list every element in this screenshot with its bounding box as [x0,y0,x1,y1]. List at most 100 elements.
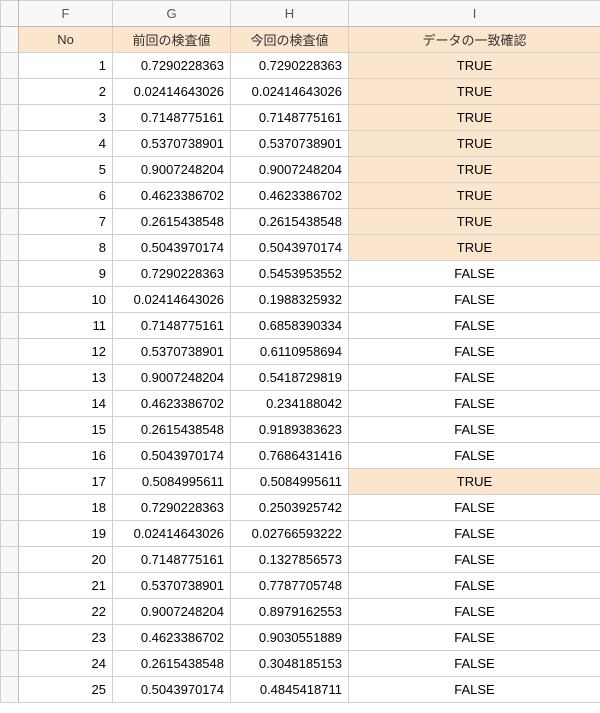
row-header[interactable] [1,365,19,391]
cell-match[interactable]: FALSE [349,443,600,469]
cell-prev[interactable]: 0.02414643026 [113,521,231,547]
cell-no[interactable]: 4 [19,131,113,157]
cell-match[interactable]: TRUE [349,105,600,131]
cell-no[interactable]: 24 [19,651,113,677]
cell-no[interactable]: 3 [19,105,113,131]
cell-prev[interactable]: 0.9007248204 [113,599,231,625]
col-header-H[interactable]: H [231,1,349,27]
cell-no[interactable]: 23 [19,625,113,651]
cell-match[interactable]: FALSE [349,677,600,703]
cell-curr[interactable]: 0.3048185153 [231,651,349,677]
cell-no[interactable]: 7 [19,209,113,235]
cell-match[interactable]: FALSE [349,495,600,521]
row-header[interactable] [1,417,19,443]
cell-match[interactable]: FALSE [349,521,600,547]
row-header[interactable] [1,391,19,417]
row-header[interactable] [1,209,19,235]
cell-prev[interactable]: 0.9007248204 [113,157,231,183]
cell-curr[interactable]: 0.5370738901 [231,131,349,157]
cell-prev[interactable]: 0.7148775161 [113,105,231,131]
cell-prev[interactable]: 0.7148775161 [113,313,231,339]
cell-match[interactable]: FALSE [349,365,600,391]
cell-match[interactable]: TRUE [349,235,600,261]
cell-match[interactable]: FALSE [349,599,600,625]
cell-curr[interactable]: 0.9007248204 [231,157,349,183]
cell-prev[interactable]: 0.02414643026 [113,79,231,105]
cell-curr[interactable]: 0.8979162553 [231,599,349,625]
cell-prev[interactable]: 0.5043970174 [113,677,231,703]
cell-prev[interactable]: 0.7290228363 [113,53,231,79]
cell-match[interactable]: FALSE [349,261,600,287]
cell-prev[interactable]: 0.7290228363 [113,495,231,521]
cell-curr[interactable]: 0.9030551889 [231,625,349,651]
spreadsheet-table[interactable]: F G H I No 前回の検査値 今回の検査値 データの一致確認 10.729… [0,0,600,703]
cell-curr[interactable]: 0.234188042 [231,391,349,417]
cell-curr[interactable]: 0.4845418711 [231,677,349,703]
cell-no[interactable]: 11 [19,313,113,339]
cell-curr[interactable]: 0.2503925742 [231,495,349,521]
cell-no[interactable]: 18 [19,495,113,521]
row-header[interactable] [1,79,19,105]
row-header[interactable] [1,261,19,287]
cell-curr[interactable]: 0.7290228363 [231,53,349,79]
row-header[interactable] [1,235,19,261]
cell-match[interactable]: TRUE [349,209,600,235]
cell-curr[interactable]: 0.6858390334 [231,313,349,339]
cell-curr[interactable]: 0.9189383623 [231,417,349,443]
row-header[interactable] [1,469,19,495]
col-header-G[interactable]: G [113,1,231,27]
cell-prev[interactable]: 0.4623386702 [113,391,231,417]
row-header[interactable] [1,313,19,339]
header-prev[interactable]: 前回の検査値 [113,27,231,53]
row-header[interactable] [1,157,19,183]
cell-prev[interactable]: 0.7148775161 [113,547,231,573]
cell-no[interactable]: 5 [19,157,113,183]
cell-prev[interactable]: 0.2615438548 [113,209,231,235]
cell-curr[interactable]: 0.02414643026 [231,79,349,105]
cell-curr[interactable]: 0.5453953552 [231,261,349,287]
col-header-I[interactable]: I [349,1,600,27]
cell-prev[interactable]: 0.9007248204 [113,365,231,391]
cell-curr[interactable]: 0.4623386702 [231,183,349,209]
cell-no[interactable]: 2 [19,79,113,105]
cell-curr[interactable]: 0.7787705748 [231,573,349,599]
row-header[interactable] [1,573,19,599]
cell-match[interactable]: TRUE [349,469,600,495]
row-header[interactable] [1,599,19,625]
header-no[interactable]: No [19,27,113,53]
cell-no[interactable]: 14 [19,391,113,417]
cell-match[interactable]: TRUE [349,131,600,157]
row-header[interactable] [1,27,19,53]
cell-no[interactable]: 25 [19,677,113,703]
cell-prev[interactable]: 0.7290228363 [113,261,231,287]
cell-prev[interactable]: 0.2615438548 [113,651,231,677]
cell-match[interactable]: FALSE [349,287,600,313]
cell-no[interactable]: 12 [19,339,113,365]
cell-match[interactable]: FALSE [349,573,600,599]
cell-no[interactable]: 16 [19,443,113,469]
cell-prev[interactable]: 0.5043970174 [113,235,231,261]
cell-no[interactable]: 13 [19,365,113,391]
cell-no[interactable]: 22 [19,599,113,625]
cell-match[interactable]: FALSE [349,547,600,573]
row-header[interactable] [1,339,19,365]
cell-match[interactable]: TRUE [349,79,600,105]
row-header[interactable] [1,287,19,313]
row-header[interactable] [1,105,19,131]
header-curr[interactable]: 今回の検査値 [231,27,349,53]
cell-prev[interactable]: 0.4623386702 [113,625,231,651]
cell-match[interactable]: FALSE [349,339,600,365]
row-header[interactable] [1,651,19,677]
cell-prev[interactable]: 0.2615438548 [113,417,231,443]
cell-match[interactable]: TRUE [349,183,600,209]
header-match[interactable]: データの一致確認 [349,27,600,53]
col-header-F[interactable]: F [19,1,113,27]
cell-curr[interactable]: 0.5418729819 [231,365,349,391]
row-header[interactable] [1,443,19,469]
cell-no[interactable]: 9 [19,261,113,287]
cell-match[interactable]: FALSE [349,391,600,417]
corner-cell[interactable] [1,1,19,27]
cell-prev[interactable]: 0.5084995611 [113,469,231,495]
cell-match[interactable]: TRUE [349,53,600,79]
cell-no[interactable]: 17 [19,469,113,495]
